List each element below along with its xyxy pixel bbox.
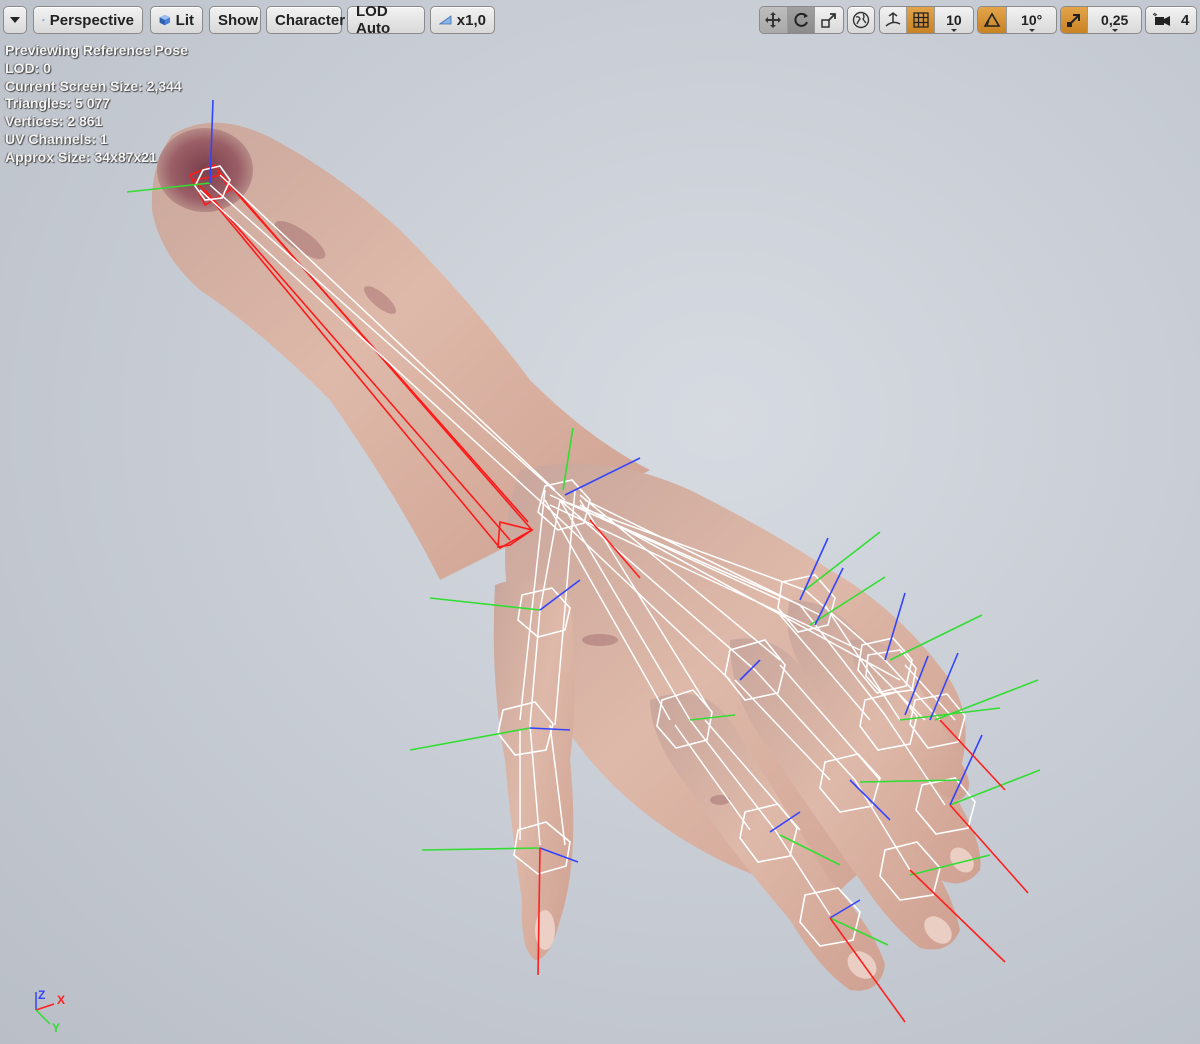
scale-snap-value-label: 0,25 [1101,12,1129,28]
scale-snap-toggle[interactable] [1061,7,1089,33]
grid-snap-toggle[interactable] [907,7,935,33]
surface-snap-button[interactable] [880,7,908,33]
scale-arrow-icon [1067,14,1081,27]
grid-snap-value-label: 10 [946,12,962,28]
lighting-label: Lit [175,11,194,29]
camera-speed-label: 4 [1181,11,1190,29]
world-globe-icon [852,11,870,29]
snap-tools-group: 10 [879,6,974,34]
scale-icon [821,13,837,28]
lod-label: LOD Auto [356,3,391,37]
rotation-snap-value[interactable]: 10° [1007,7,1056,33]
axis-indicator: Z X Y [35,988,65,1035]
preview-mode-text: Previewing Reference Pose [5,42,188,58]
rotate-tool-button[interactable] [787,7,816,33]
playback-speed-button[interactable]: x1,0 [430,6,495,34]
translate-icon [765,12,782,28]
uv-channels-text: UV Channels: 1 [5,130,108,147]
view-mode-label: Perspective [49,11,134,29]
surface-snap-icon [885,12,901,27]
character-label: Character [275,11,346,29]
viewport-options-button[interactable] [3,6,27,34]
lit-cube-icon [159,14,171,26]
lod-text: LOD: 0 [5,59,51,76]
scale-snap-value[interactable]: 0,25 [1088,7,1141,33]
transform-tools-group [759,6,844,34]
perspective-plane-icon [42,19,45,21]
speed-label: x1,0 [456,11,486,29]
rotation-snap-group: 10° [977,6,1057,34]
coordinate-space-button[interactable] [847,6,875,34]
rotation-snap-toggle[interactable] [978,7,1008,33]
screen-size-text: Current Screen Size: 2,344 [5,77,182,94]
rotation-snap-value-label: 10° [1021,12,1043,28]
rotate-icon [794,12,808,27]
view-mode-button[interactable]: Perspective [33,6,143,34]
scale-snap-group: 0,25 [1060,6,1142,34]
axis-y-label: Y [52,1021,60,1035]
axis-x-label: X [57,993,65,1007]
grid-icon [912,12,929,28]
camera-speed-button[interactable]: 4 [1145,6,1197,34]
axis-z-label: Z [38,988,45,1002]
chevron-down-icon [10,17,20,23]
camera-icon [1152,12,1170,26]
play-speed-icon [439,15,452,25]
scale-tool-button[interactable] [815,7,843,33]
show-button[interactable]: Show [209,6,261,34]
approx-size-text: Approx Size: 34x87x21 [5,148,157,165]
lod-button[interactable]: LOD Auto [347,3,425,37]
show-label: Show [218,11,258,29]
vertices-text: Vertices: 2 861 [5,113,103,130]
translate-tool-button[interactable] [760,7,788,33]
viewport-stats: Previewing Reference Pose LOD: 0 Current… [5,42,188,167]
character-button[interactable]: Character [266,6,346,34]
triangles-text: Triangles: 5 077 [5,95,111,112]
lighting-mode-button[interactable]: Lit [150,6,203,34]
angle-icon [983,12,1001,27]
grid-snap-value[interactable]: 10 [935,7,973,33]
